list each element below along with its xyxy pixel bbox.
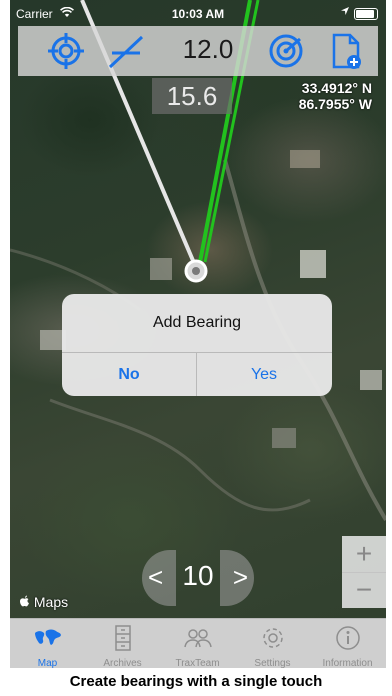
tab-label: Archives [103, 658, 142, 668]
top-toolbar: 12.0 [18, 26, 378, 76]
bearing-readout: 12.0 [182, 34, 234, 64]
tab-information[interactable]: Information [310, 619, 385, 668]
marketing-caption: Create bearings with a single touch [69, 673, 323, 690]
cabinet-icon [114, 625, 131, 651]
increment-button[interactable]: > [233, 562, 248, 593]
gear-icon [262, 628, 283, 648]
angle-icon[interactable] [106, 31, 146, 71]
tab-label: Settings [254, 658, 291, 668]
clock: 10:03 AM [171, 7, 225, 21]
tab-label: TraxTeam [175, 658, 220, 668]
stepper-value: 10 [182, 560, 214, 591]
tab-settings[interactable]: Settings [235, 619, 310, 668]
add-document-icon[interactable] [326, 31, 366, 71]
battery-icon [354, 8, 378, 20]
decrement-button[interactable]: < [148, 562, 163, 593]
zoom-out-button[interactable]: − [342, 572, 386, 608]
team-icon [183, 629, 212, 648]
crosshair-icon[interactable] [46, 31, 86, 71]
tab-archives[interactable]: Archives [85, 619, 160, 668]
building [150, 258, 172, 280]
distance-stepper: < 10 > [142, 550, 254, 606]
info-icon [335, 626, 360, 650]
tab-map[interactable]: Map [10, 619, 85, 668]
dialog-title: Add Bearing [152, 314, 242, 331]
longitude: 86.7955° W [298, 96, 372, 112]
building [360, 370, 382, 390]
phone-screen: Carrier 10:03 AM 12.0 15.6 33.4912° N 86… [10, 0, 386, 668]
world-map-icon [34, 629, 61, 645]
yes-button[interactable]: Yes [197, 353, 331, 396]
maps-label: Maps [33, 594, 69, 610]
tab-label: Map [37, 658, 58, 668]
zoom-control: + − [342, 536, 386, 608]
zoom-in-button[interactable]: + [342, 536, 386, 572]
tab-label: Information [322, 658, 373, 668]
add-bearing-dialog: Add Bearing No Yes [62, 294, 332, 396]
coordinates: 33.4912° N 86.7955° W [299, 80, 372, 112]
no-button[interactable]: No [62, 353, 196, 396]
maps-attribution[interactable]: Maps [20, 594, 68, 610]
secondary-readout: 15.6 [152, 78, 232, 114]
location-arrow-icon [340, 6, 350, 19]
tab-bar: Map Archives TraxTeam Settings Informati… [10, 618, 386, 668]
latitude: 33.4912° N [301, 80, 372, 96]
status-bar: Carrier 10:03 AM [10, 0, 386, 26]
tab-traxteam[interactable]: TraxTeam [160, 619, 235, 668]
building [272, 428, 296, 448]
building [290, 150, 320, 168]
building [300, 250, 326, 278]
apple-logo-icon [20, 594, 34, 610]
radar-icon[interactable] [266, 31, 306, 71]
